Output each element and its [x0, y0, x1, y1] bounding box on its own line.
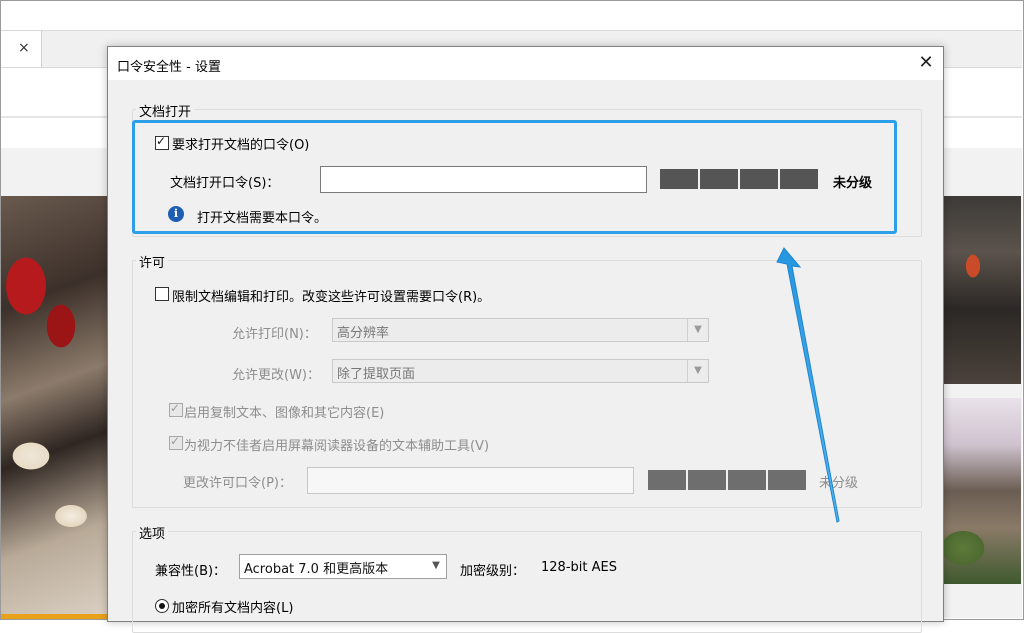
- annotation-arrow-icon: [776, 247, 840, 523]
